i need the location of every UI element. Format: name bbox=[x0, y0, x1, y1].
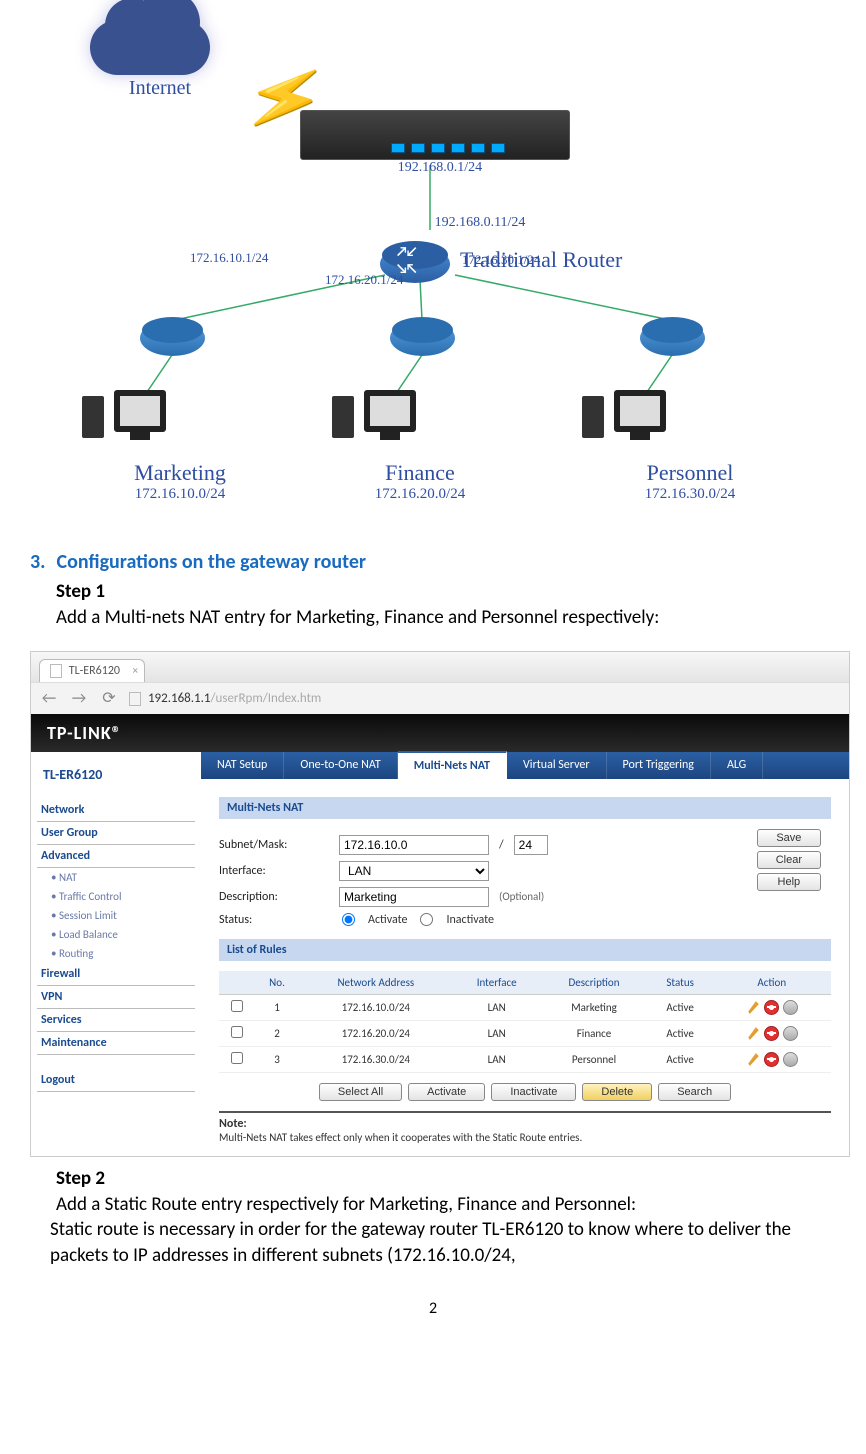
sidebar: TL-ER6120 Network User Group Advanced NA… bbox=[31, 752, 201, 1156]
table-row: 2172.16.20.0/24LANFinanceActive bbox=[219, 1020, 831, 1046]
row-checkbox[interactable] bbox=[231, 1026, 243, 1038]
delete-icon[interactable] bbox=[783, 1000, 798, 1015]
url-field[interactable]: 192.168.1.1/userRpm/Index.htm bbox=[129, 691, 321, 706]
back-button[interactable]: ← bbox=[39, 689, 59, 708]
tab-one-to-one[interactable]: One-to-One NAT bbox=[284, 752, 397, 779]
gateway-router-icon: 192.168.0.1/24 bbox=[300, 110, 580, 176]
network-diagram: Internet ⚡ 192.168.0.1/24 192.168.0.11/2… bbox=[50, 20, 830, 520]
step1-text: Add a Multi-nets NAT entry for Marketing… bbox=[56, 605, 836, 631]
interface-label: Interface: bbox=[219, 864, 329, 878]
mask-input[interactable] bbox=[514, 835, 548, 855]
sidebar-item-network[interactable]: Network bbox=[37, 799, 195, 822]
tab-nat-setup[interactable]: NAT Setup bbox=[201, 752, 284, 779]
search-button[interactable]: Search bbox=[658, 1083, 731, 1101]
tab-virtual-server[interactable]: Virtual Server bbox=[507, 752, 607, 779]
clear-button[interactable]: Clear bbox=[757, 851, 821, 869]
browser-tabbar: TL-ER6120 × bbox=[31, 652, 849, 682]
gateway-ip-label: 192.168.0.1/24 bbox=[300, 160, 580, 176]
sidebar-sub-load[interactable]: Load Balance bbox=[37, 925, 195, 944]
sidebar-item-maintenance[interactable]: Maintenance bbox=[37, 1032, 195, 1055]
browser-addressbar: ← → ⟳ 192.168.1.1/userRpm/Index.htm bbox=[31, 682, 849, 714]
tab-alg[interactable]: ALG bbox=[711, 752, 763, 779]
edit-icon[interactable] bbox=[745, 1026, 760, 1041]
step2-heading: Step 2 bbox=[56, 1167, 836, 1190]
sidebar-item-vpn[interactable]: VPN bbox=[37, 986, 195, 1009]
edit-icon[interactable] bbox=[745, 1000, 760, 1015]
description-label: Description: bbox=[219, 890, 329, 904]
pc-icon bbox=[350, 390, 430, 432]
reload-button[interactable]: ⟳ bbox=[99, 688, 119, 708]
trouter-ip-left: 172.16.10.1/24 bbox=[190, 250, 268, 266]
internet-label: Internet bbox=[90, 77, 230, 100]
disable-icon[interactable] bbox=[764, 1026, 779, 1041]
help-button[interactable]: Help bbox=[757, 873, 821, 891]
delete-icon[interactable] bbox=[783, 1052, 798, 1067]
table-row: 3172.16.30.0/24LANPersonnelActive bbox=[219, 1046, 831, 1072]
dept-marketing: Marketing 172.16.10.0/24 bbox=[100, 460, 260, 503]
dept-finance: Finance 172.16.20.0/24 bbox=[340, 460, 500, 503]
trouter-wan-ip: 192.168.0.11/24 bbox=[320, 215, 640, 231]
table-row: 1172.16.10.0/24LANMarketingActive bbox=[219, 994, 831, 1020]
note-text: Multi-Nets NAT takes effect only when it… bbox=[219, 1131, 831, 1144]
activate-button[interactable]: Activate bbox=[408, 1083, 485, 1101]
browser-window: TL-ER6120 × ← → ⟳ 192.168.1.1/userRpm/In… bbox=[30, 651, 850, 1157]
rules-table: No. Network Address Interface Descriptio… bbox=[219, 971, 831, 1073]
row-checkbox[interactable] bbox=[231, 1000, 243, 1012]
edit-icon[interactable] bbox=[745, 1052, 760, 1067]
sidebar-sub-routing[interactable]: Routing bbox=[37, 944, 195, 963]
sidebar-sub-traffic[interactable]: Traffic Control bbox=[37, 887, 195, 906]
disable-icon[interactable] bbox=[764, 1052, 779, 1067]
section-heading: 3. Configurations on the gateway router bbox=[30, 550, 836, 574]
switch-icon bbox=[140, 320, 205, 356]
step2-line1: Add a Static Route entry respectively fo… bbox=[56, 1192, 836, 1218]
status-label: Status: bbox=[219, 913, 329, 927]
step2-line2: Static route is necessary in order for t… bbox=[50, 1217, 836, 1268]
sidebar-sub-nat[interactable]: NAT bbox=[37, 868, 195, 887]
sidebar-item-advanced[interactable]: Advanced bbox=[37, 845, 195, 868]
dept-personnel: Personnel 172.16.30.0/24 bbox=[610, 460, 770, 503]
page-icon bbox=[50, 664, 62, 678]
sidebar-item-firewall[interactable]: Firewall bbox=[37, 963, 195, 986]
description-input[interactable] bbox=[339, 887, 489, 907]
delete-button[interactable]: Delete bbox=[582, 1083, 652, 1101]
interface-select[interactable]: LAN bbox=[339, 861, 489, 881]
subnet-label: Subnet/Mask: bbox=[219, 838, 329, 852]
inactivate-radio[interactable] bbox=[420, 913, 433, 926]
panel-heading-multinets: Multi-Nets NAT bbox=[219, 797, 831, 819]
sidebar-sub-session[interactable]: Session Limit bbox=[37, 906, 195, 925]
optional-label: (Optional) bbox=[499, 890, 544, 903]
switch-icon bbox=[640, 320, 705, 356]
trouter-ip-mid: 172.16.20.1/24 bbox=[325, 272, 403, 288]
tabstrip: NAT Setup One-to-One NAT Multi-Nets NAT … bbox=[201, 752, 849, 779]
switch-icon bbox=[390, 320, 455, 356]
sidebar-item-usergroup[interactable]: User Group bbox=[37, 822, 195, 845]
sidebar-item-logout[interactable]: Logout bbox=[37, 1069, 195, 1092]
note-heading: Note: bbox=[219, 1111, 831, 1131]
panel-heading-rules: List of Rules bbox=[219, 939, 831, 961]
tab-port-triggering[interactable]: Port Triggering bbox=[607, 752, 711, 779]
browser-tab[interactable]: TL-ER6120 × bbox=[39, 659, 145, 682]
close-tab-icon[interactable]: × bbox=[133, 664, 138, 677]
select-all-button[interactable]: Select All bbox=[319, 1083, 402, 1101]
model-label: TL-ER6120 bbox=[43, 766, 195, 783]
delete-icon[interactable] bbox=[783, 1026, 798, 1041]
pc-icon bbox=[600, 390, 680, 432]
page-number: 2 bbox=[30, 1299, 836, 1318]
trouter-ip-right: 172.16.30.1/24 bbox=[462, 252, 540, 268]
row-checkbox[interactable] bbox=[231, 1052, 243, 1064]
subnet-input[interactable] bbox=[339, 835, 489, 855]
tab-multi-nets[interactable]: Multi-Nets NAT bbox=[398, 751, 507, 779]
save-button[interactable]: Save bbox=[757, 829, 821, 847]
disable-icon[interactable] bbox=[764, 1000, 779, 1015]
sidebar-item-services[interactable]: Services bbox=[37, 1009, 195, 1032]
forward-button[interactable]: → bbox=[69, 689, 89, 708]
page-icon bbox=[129, 692, 141, 706]
brand-logo: TP-LINK® bbox=[31, 714, 849, 752]
step1-heading: Step 1 bbox=[56, 580, 836, 603]
activate-radio[interactable] bbox=[342, 913, 355, 926]
inactivate-button[interactable]: Inactivate bbox=[491, 1083, 576, 1101]
internet-cloud-icon: Internet bbox=[90, 20, 230, 110]
pc-icon bbox=[100, 390, 180, 432]
